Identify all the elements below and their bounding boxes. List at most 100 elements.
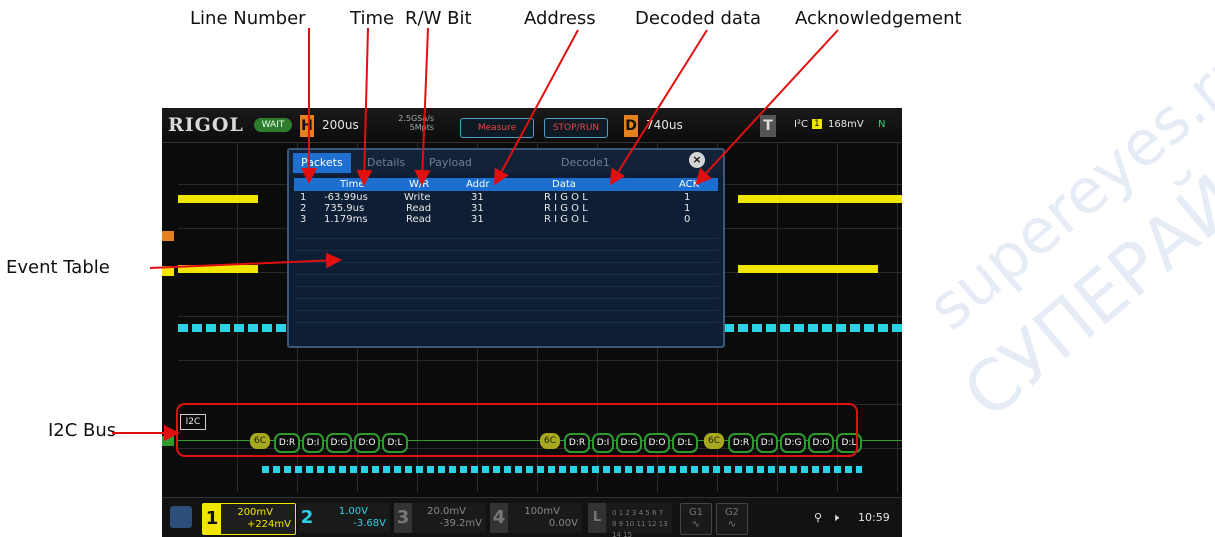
cell-addr: 31 bbox=[471, 203, 484, 214]
logic-analyzer-button[interactable]: L 0 1 2 3 4 5 6 7 8 9 10 11 12 13 14 15 bbox=[588, 503, 672, 537]
bus-data-packet: D:O bbox=[808, 433, 834, 453]
bus-address-packet: 6C bbox=[540, 433, 560, 449]
channel-2-scale: 1.00V bbox=[338, 506, 368, 517]
cell-ack: 0 bbox=[684, 214, 691, 225]
tab-payload[interactable]: Payload bbox=[429, 153, 472, 173]
cell-time: 1.179ms bbox=[324, 214, 368, 225]
event-table-header: Time W/R Addr Data ACK bbox=[294, 178, 718, 191]
col-ack: ACK bbox=[679, 179, 700, 190]
callout-time: Time bbox=[350, 8, 395, 29]
timebase-value[interactable]: 200us bbox=[322, 118, 359, 132]
channel-1-button[interactable]: 1 200mV +224mV bbox=[202, 503, 296, 535]
channel-3-offset: -39.2mV bbox=[439, 518, 482, 529]
bus-data-packet: D:I bbox=[302, 433, 324, 453]
bus-data-packet: D:R bbox=[728, 433, 754, 453]
usb-icon: ⚲ bbox=[814, 511, 823, 524]
top-status-bar: RIGOL WAIT H 200us 2.5GSa/s 5Mpts Measur… bbox=[162, 108, 902, 143]
bus-data-packet: D:I bbox=[592, 433, 614, 453]
bus-data-packet: D:G bbox=[780, 433, 806, 453]
menu-icon[interactable] bbox=[170, 506, 192, 528]
table-row[interactable]: 2 735.9us Read 31 R I G O L 1 bbox=[294, 203, 718, 214]
event-table[interactable]: Packets Details Payload Decode1 × Time W… bbox=[287, 148, 725, 348]
ch1-marker bbox=[162, 231, 174, 241]
bus-data-packet: D:I bbox=[756, 433, 778, 453]
speaker-icon[interactable]: 🕨 bbox=[832, 511, 839, 525]
bus-data-packet: D:R bbox=[274, 433, 300, 453]
generator-1-label: G1 bbox=[688, 507, 704, 518]
decoder-name: Decode1 bbox=[561, 156, 610, 169]
channel-4-button[interactable]: 4 100mV 0.00V bbox=[490, 503, 582, 533]
ch2-marker bbox=[162, 266, 174, 276]
channel-4-scale: 100mV bbox=[524, 506, 560, 517]
generator-2-button[interactable]: G2 ∿ bbox=[716, 503, 748, 535]
channel-3-scale: 20.0mV bbox=[427, 506, 466, 517]
close-icon[interactable]: × bbox=[689, 152, 705, 168]
delay-label[interactable]: D bbox=[624, 115, 638, 137]
cell-line: 1 bbox=[300, 192, 307, 203]
cell-line: 2 bbox=[300, 203, 307, 214]
channel-2-offset: -3.68V bbox=[353, 518, 386, 529]
channel-4-number: 4 bbox=[490, 503, 508, 533]
sample-rate: 2.5GSa/s bbox=[398, 114, 434, 123]
bus-address-packet: 6C bbox=[704, 433, 724, 449]
sine-wave-icon: ∿ bbox=[691, 519, 701, 530]
cell-addr: 31 bbox=[471, 192, 484, 203]
timebase-label[interactable]: H bbox=[300, 115, 314, 137]
channel-bar: 1 200mV +224mV 2 1.00V -3.68V 3 20.0mV -… bbox=[162, 497, 902, 537]
cell-wr: Read bbox=[406, 214, 432, 225]
channel-3-number: 3 bbox=[394, 503, 412, 533]
generator-2-label: G2 bbox=[724, 507, 740, 518]
cell-ack: 1 bbox=[684, 203, 691, 214]
tab-details[interactable]: Details bbox=[367, 153, 405, 173]
cell-wr: Write bbox=[404, 192, 431, 203]
cell-ack: 1 bbox=[684, 192, 691, 203]
bus-data-packet: D:L bbox=[672, 433, 698, 453]
bus-data-packet: D:O bbox=[644, 433, 670, 453]
callout-address: Address bbox=[524, 8, 596, 29]
delay-value[interactable]: 740us bbox=[646, 118, 683, 132]
callout-rw-bit: R/W Bit bbox=[405, 8, 472, 29]
cell-time: 735.9us bbox=[324, 203, 365, 214]
bus-address-packet: 6C bbox=[250, 433, 270, 449]
col-addr: Addr bbox=[466, 179, 490, 190]
stop-run-button[interactable]: STOP/RUN bbox=[544, 118, 608, 138]
bus-data-packet: D:G bbox=[326, 433, 352, 453]
table-row[interactable]: 1 -63.99us Write 31 R I G O L 1 bbox=[294, 192, 718, 203]
logic-label: L bbox=[588, 503, 606, 533]
trigger-label[interactable]: T bbox=[760, 115, 776, 137]
channel-1-offset: +224mV bbox=[246, 519, 291, 530]
bus-marker bbox=[162, 436, 174, 446]
event-table-tabs: Packets Details Payload Decode1 × bbox=[289, 150, 723, 174]
channel-4-offset: 0.00V bbox=[548, 518, 578, 529]
col-wr: W/R bbox=[409, 179, 430, 190]
cell-wr: Read bbox=[406, 203, 432, 214]
channel-1-scale: 200mV bbox=[237, 507, 273, 518]
logic-channels-row1: 0 1 2 3 4 5 6 7 bbox=[612, 509, 664, 517]
trigger-type: I²C bbox=[794, 119, 808, 130]
logic-channels-row2: 8 9 10 11 12 13 14 15 bbox=[612, 520, 668, 537]
oscilloscope-screen: RIGOL WAIT H 200us 2.5GSa/s 5Mpts Measur… bbox=[162, 108, 902, 537]
callout-line-number: Line Number bbox=[190, 8, 306, 29]
callout-decoded-data: Decoded data bbox=[635, 8, 762, 29]
bus-data-packet: D:L bbox=[836, 433, 862, 453]
clock: 10:59 bbox=[858, 511, 890, 524]
table-row[interactable]: 3 1.179ms Read 31 R I G O L 0 bbox=[294, 214, 718, 225]
channel-2-number: 2 bbox=[300, 507, 314, 528]
col-data: Data bbox=[552, 179, 576, 190]
col-time: Time bbox=[340, 179, 365, 190]
status-badge: WAIT bbox=[254, 118, 292, 132]
bus-data-packet: D:R bbox=[564, 433, 590, 453]
bus-data-packet: D:O bbox=[354, 433, 380, 453]
callout-event-table: Event Table bbox=[6, 257, 110, 278]
cell-time: -63.99us bbox=[324, 192, 368, 203]
memory-depth: 5Mpts bbox=[409, 123, 434, 132]
channel-1-number: 1 bbox=[203, 504, 221, 534]
generator-1-button[interactable]: G1 ∿ bbox=[680, 503, 712, 535]
channel-3-button[interactable]: 3 20.0mV -39.2mV bbox=[394, 503, 486, 533]
tab-packets[interactable]: Packets bbox=[293, 153, 351, 173]
measure-button[interactable]: Measure bbox=[460, 118, 534, 138]
cell-line: 3 bbox=[300, 214, 307, 225]
sine-wave-icon: ∿ bbox=[727, 519, 737, 530]
bus-data-packet: D:L bbox=[382, 433, 408, 453]
channel-2-button[interactable]: 2 1.00V -3.68V bbox=[298, 503, 390, 533]
